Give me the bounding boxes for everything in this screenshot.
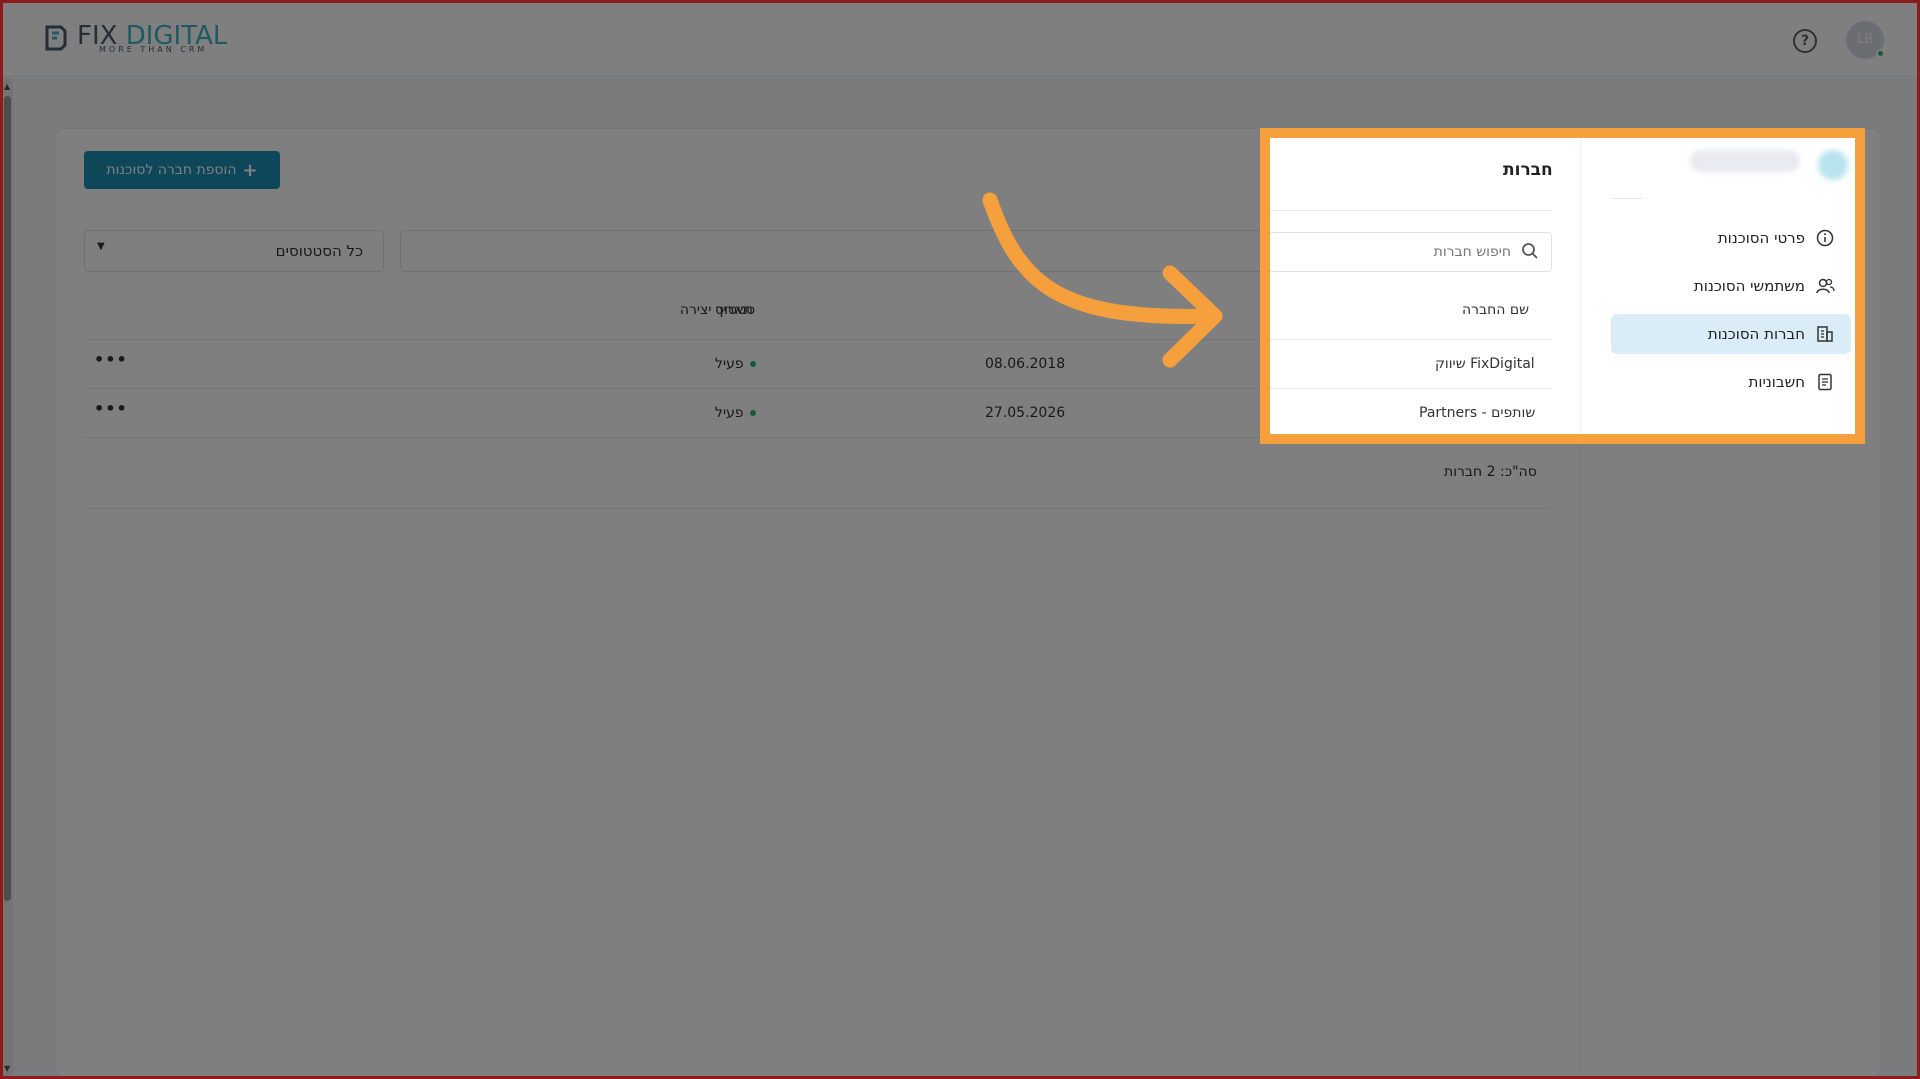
row-1-company-name[interactable]: FixDigital שיווק bbox=[1435, 356, 1535, 372]
sidebar-divider bbox=[1580, 138, 1581, 434]
sidebar-item-agency-details[interactable]: פרטי הסוכנות bbox=[1611, 218, 1851, 258]
row-1-status: פעיל bbox=[715, 356, 756, 372]
status-filter-select[interactable]: כל הסטטוסים ▼ bbox=[84, 230, 384, 272]
sidebar-item-agency-companies[interactable]: חברות הסוכנות bbox=[1611, 314, 1851, 354]
fix-digital-logo[interactable]: FIX DIGITAL MORE THAN CRM bbox=[43, 21, 233, 61]
scroll-down-icon[interactable]: ▼ bbox=[4, 1064, 10, 1073]
scrollbar-thumb[interactable] bbox=[4, 96, 11, 901]
avatar-initials: LB bbox=[1856, 32, 1874, 47]
blurred-agency-avatar bbox=[1818, 150, 1848, 180]
column-header-status[interactable]: סטטוס bbox=[715, 302, 755, 318]
row-divider bbox=[1270, 388, 1552, 389]
row-2-company-name[interactable]: שותפים - Partners bbox=[1419, 405, 1535, 421]
row-2-status-text: פעיל bbox=[715, 405, 744, 421]
row-2-status: פעיל bbox=[715, 405, 756, 421]
row-1-status-text: פעיל bbox=[715, 356, 744, 372]
row-2-created: 27.05.2026 bbox=[985, 405, 1066, 421]
row-2-actions-button[interactable]: ••• bbox=[94, 399, 128, 418]
row-1-actions-button[interactable]: ••• bbox=[94, 350, 128, 369]
users-icon bbox=[1815, 276, 1835, 296]
companies-search-input[interactable] bbox=[1311, 241, 1511, 263]
online-status-dot bbox=[1876, 49, 1885, 58]
title-divider bbox=[1270, 210, 1552, 211]
sidebar-item-label: חשבוניות bbox=[1748, 373, 1806, 391]
sidebar-item-label: פרטי הסוכנות bbox=[1717, 229, 1805, 247]
status-dot-icon bbox=[749, 361, 756, 367]
avatar[interactable]: LB bbox=[1846, 21, 1885, 59]
info-icon bbox=[1815, 228, 1835, 248]
companies-total: סה"כ: 2 חברות bbox=[1444, 464, 1537, 480]
plus-icon: + bbox=[242, 159, 258, 181]
logo-mark-icon bbox=[45, 25, 67, 51]
footer-divider bbox=[84, 508, 1550, 509]
table-header-divider bbox=[1270, 339, 1552, 340]
companies-title: חברות bbox=[1503, 160, 1553, 180]
sidebar-item-label: חברות הסוכנות bbox=[1707, 325, 1805, 343]
sidebar-item-label: משתמשי הסוכנות bbox=[1693, 277, 1805, 295]
companies-search-field[interactable] bbox=[1270, 232, 1552, 272]
add-company-button[interactable]: + הוספת חברה לסוכנות bbox=[84, 151, 280, 189]
top-header: FIX DIGITAL MORE THAN CRM ? LB bbox=[3, 3, 1917, 77]
invoice-icon bbox=[1815, 372, 1835, 392]
add-company-label: הוספת חברה לסוכנות bbox=[106, 162, 237, 178]
annotation-arrow-icon bbox=[982, 192, 1223, 368]
search-icon bbox=[1522, 243, 1538, 259]
sidebar-header-divider bbox=[1611, 198, 1643, 199]
help-icon[interactable]: ? bbox=[1793, 29, 1817, 53]
status-dot-icon bbox=[749, 410, 756, 416]
chevron-down-icon: ▼ bbox=[97, 241, 105, 252]
blurred-agency-name bbox=[1690, 150, 1800, 172]
highlight-content: חברות שם החברה FixDigital שיווק שותפים -… bbox=[1270, 138, 1855, 434]
logo-tagline: MORE THAN CRM bbox=[99, 45, 208, 54]
sidebar-item-agency-users[interactable]: משתמשי הסוכנות bbox=[1611, 266, 1851, 306]
scroll-up-icon[interactable]: ▲ bbox=[4, 82, 10, 91]
highlight-callout-box: חברות שם החברה FixDigital שיווק שותפים -… bbox=[1260, 128, 1865, 444]
sidebar-item-invoices[interactable]: חשבוניות bbox=[1611, 362, 1851, 402]
building-icon bbox=[1815, 324, 1835, 344]
column-header-company-name[interactable]: שם החברה bbox=[1462, 302, 1529, 318]
status-filter-value: כל הסטטוסים bbox=[275, 242, 363, 260]
